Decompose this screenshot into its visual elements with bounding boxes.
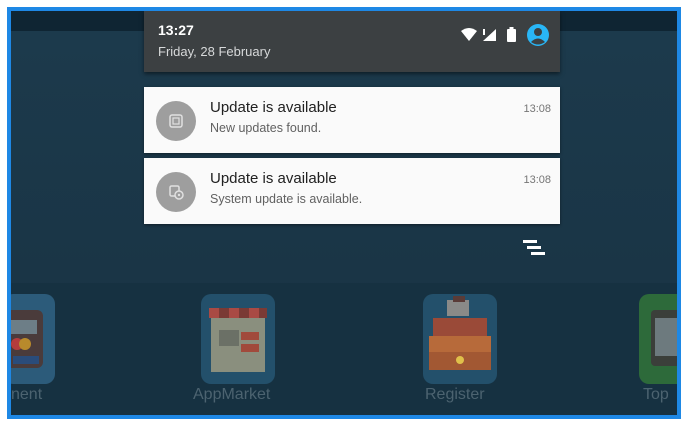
notification-time: 13:08: [523, 103, 551, 115]
app-label: AppMarket: [193, 386, 271, 403]
notification-card[interactable]: Update is available System update is ava…: [144, 158, 560, 224]
notification-title: Update is available: [210, 99, 337, 116]
app-label: Register: [425, 386, 485, 403]
battery-icon: [507, 27, 516, 47]
payment-icon: [11, 294, 55, 384]
notification-time: 13:08: [523, 174, 551, 186]
clear-all-icon[interactable]: [521, 238, 545, 258]
status-icons: [461, 23, 550, 52]
app-payment[interactable]: nent: [11, 294, 71, 404]
notification-shade-header[interactable]: 13:27 Friday, 28 February: [144, 11, 560, 72]
status-clock: 13:27: [158, 22, 194, 38]
app-register[interactable]: Register: [405, 294, 515, 414]
appmarket-icon: [201, 294, 275, 384]
signal-icon: [481, 28, 497, 47]
notification-body: System update is available.: [210, 192, 363, 206]
topup-icon: [639, 294, 677, 384]
account-icon[interactable]: [526, 23, 550, 52]
app-update-icon: [156, 101, 196, 141]
app-label: Top: [643, 386, 669, 403]
status-date: Friday, 28 February: [158, 44, 271, 59]
device-screen: nent AppMarket Register Top 13:27 Friday…: [7, 7, 681, 419]
notification-body: New updates found.: [210, 121, 322, 135]
system-update-icon: [156, 172, 196, 212]
register-icon: [423, 294, 497, 384]
app-topup[interactable]: Top: [629, 294, 677, 414]
wifi-icon: [461, 27, 477, 47]
app-row-area: [11, 283, 677, 415]
app-appmarket[interactable]: AppMarket: [181, 294, 291, 414]
notification-card[interactable]: Update is available New updates found. 1…: [144, 87, 560, 153]
app-label: nent: [11, 386, 43, 403]
notification-title: Update is available: [210, 170, 337, 187]
